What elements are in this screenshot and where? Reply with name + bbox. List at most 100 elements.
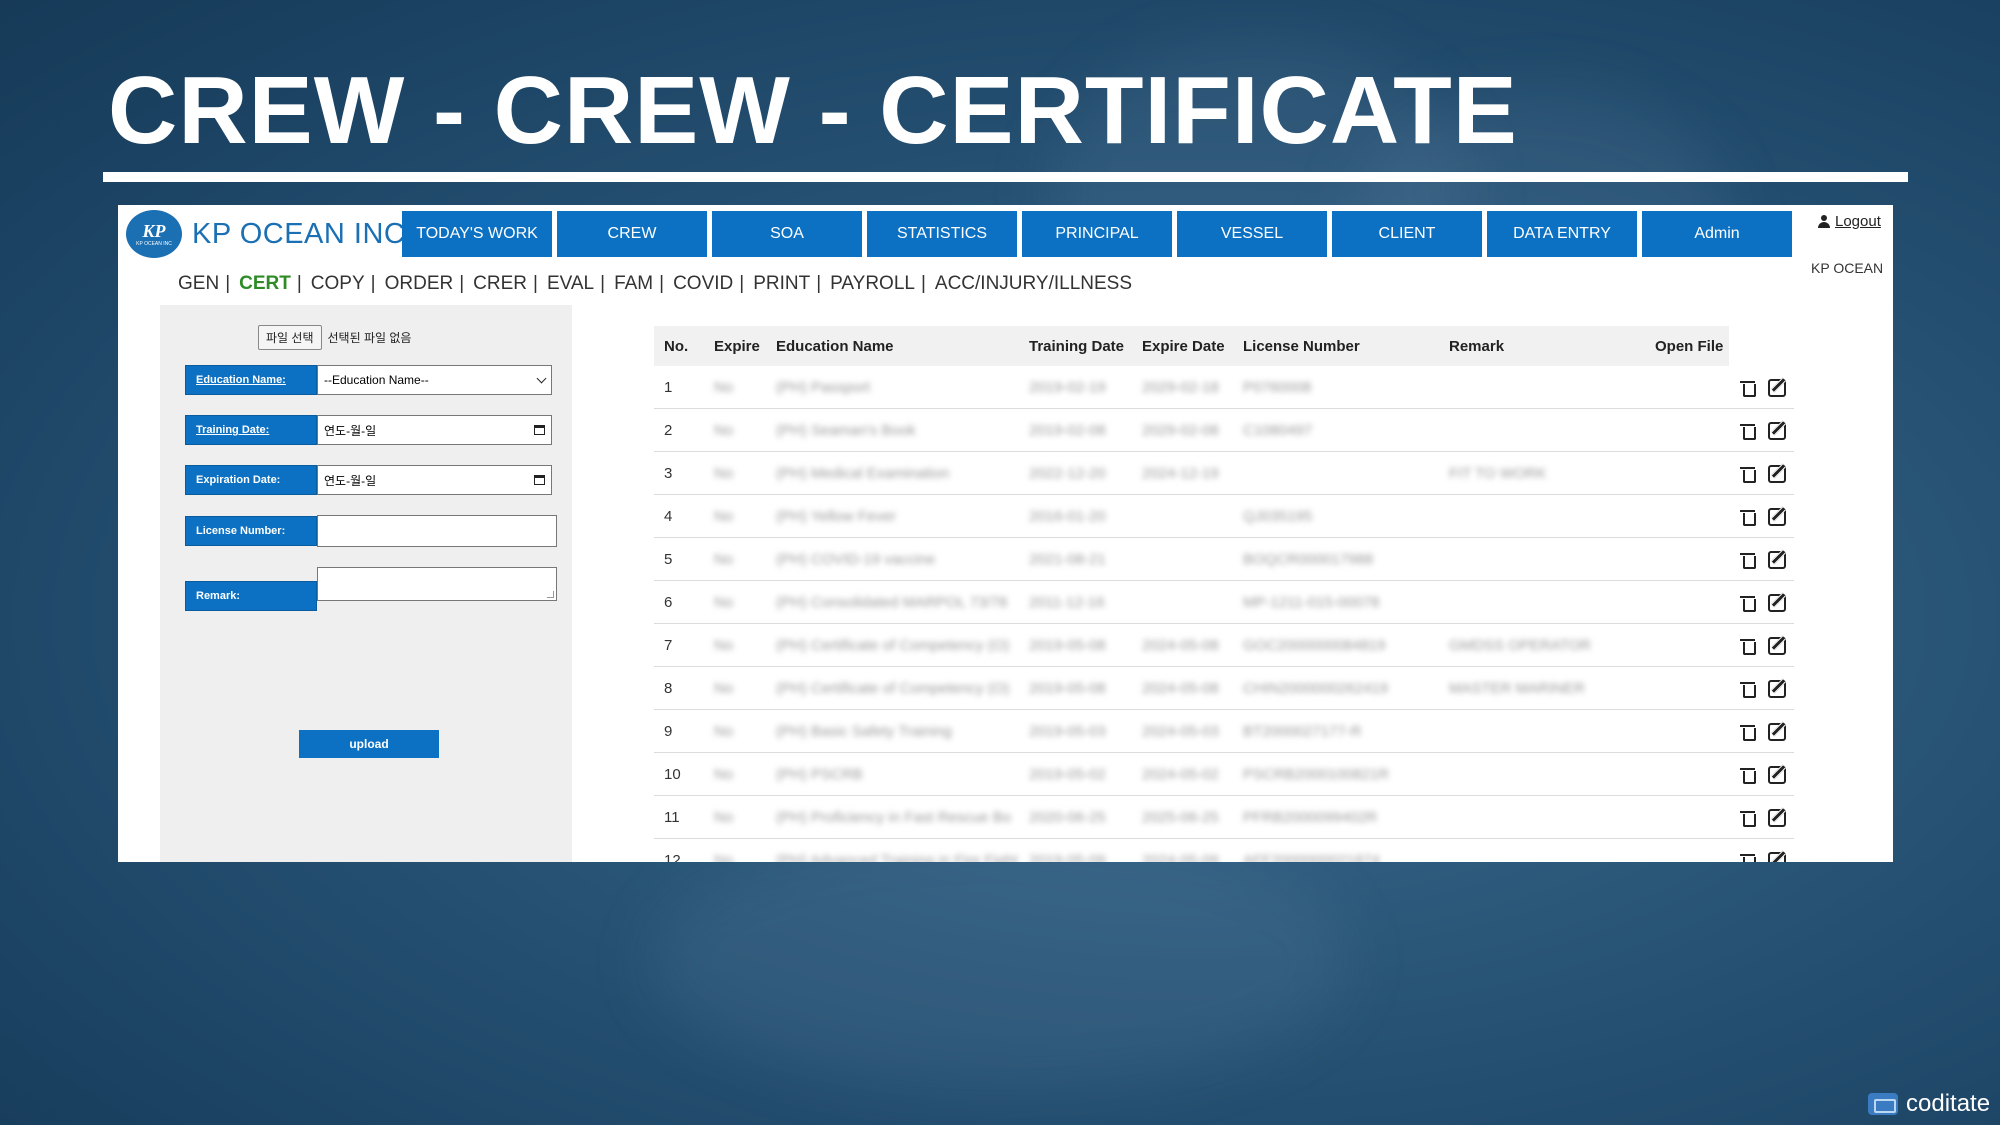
- edit-icon[interactable]: [1768, 464, 1786, 483]
- subnav-eval[interactable]: EVAL: [547, 273, 594, 295]
- education-row: Education Name: --Education Name--: [185, 365, 552, 395]
- training-date-value: 연도-월-일: [324, 423, 377, 438]
- cell-education-name: (PH) Yellow Fever: [776, 507, 897, 525]
- table-body: 1 No (PH) Passport 2019-02-19 2029-02-18 P076…: [654, 366, 1794, 862]
- cell-expire-date: 2024-05-08: [1142, 679, 1219, 697]
- cell-remark: MASTER MARINER: [1449, 679, 1585, 697]
- education-select[interactable]: --Education Name--: [317, 365, 552, 395]
- trash-icon[interactable]: [1740, 853, 1756, 862]
- subnav-cert[interactable]: CERT: [239, 273, 291, 295]
- cell-license-number: P0760008: [1243, 378, 1312, 396]
- nav-client[interactable]: CLIENT: [1332, 211, 1482, 257]
- file-choose-button[interactable]: 파일 선택: [258, 325, 322, 350]
- nav-crew[interactable]: CREW: [557, 211, 707, 257]
- cell-expire: No: [714, 593, 734, 611]
- file-status: 선택된 파일 없음: [327, 331, 412, 345]
- subnav-copy[interactable]: COPY: [311, 273, 365, 295]
- header-training-date: Training Date: [1029, 337, 1125, 355]
- subnav-fam[interactable]: FAM: [614, 273, 653, 295]
- cell-expire: No: [714, 378, 734, 396]
- cell-training-date: 2019-05-08: [1029, 679, 1106, 697]
- edit-icon[interactable]: [1768, 679, 1786, 698]
- edit-icon[interactable]: [1768, 593, 1786, 612]
- cell-education-name: (PH) PSCRB: [776, 765, 863, 783]
- nav-admin[interactable]: Admin: [1642, 211, 1792, 257]
- logout-link[interactable]: Logout: [1818, 213, 1881, 230]
- subnav-print[interactable]: PRINT: [753, 273, 810, 295]
- trash-icon[interactable]: [1740, 810, 1756, 827]
- cell-no: 6: [664, 593, 673, 611]
- nav-principal[interactable]: PRINCIPAL: [1022, 211, 1172, 257]
- cell-expire-date: 2029-02-18: [1142, 378, 1219, 396]
- subnav-gen[interactable]: GEN: [178, 273, 219, 295]
- nav-todays-work[interactable]: TODAY'S WORK: [402, 211, 552, 257]
- trash-icon[interactable]: [1740, 595, 1756, 612]
- upload-button[interactable]: upload: [299, 730, 439, 758]
- remark-textarea[interactable]: [317, 567, 557, 601]
- expiration-date-input[interactable]: 연도-월-일: [317, 465, 552, 495]
- nav-vessel[interactable]: VESSEL: [1177, 211, 1327, 257]
- calendar-icon[interactable]: [534, 425, 545, 435]
- cell-training-date: 2016-01-20: [1029, 507, 1106, 525]
- cell-education-name: (PH) Medical Examination: [776, 464, 950, 482]
- header-open-file: Open File: [1655, 337, 1724, 355]
- header-expire-date: Expire Date: [1142, 337, 1225, 355]
- cell-remark: GMDSS OPERATOR: [1449, 636, 1591, 654]
- trash-icon[interactable]: [1740, 724, 1756, 741]
- trash-icon[interactable]: [1740, 681, 1756, 698]
- cell-expire-date: 2024-05-08: [1142, 636, 1219, 654]
- cell-training-date: 2019-02-08: [1029, 421, 1106, 439]
- cell-license-number: C1080497: [1243, 421, 1313, 439]
- cell-education-name: (PH) Certificate of Competency (O): [776, 636, 1010, 654]
- header-license-number: License Number: [1243, 337, 1360, 355]
- edit-icon[interactable]: [1768, 722, 1786, 741]
- trash-icon[interactable]: [1740, 380, 1756, 397]
- subnav-crer[interactable]: CRER: [473, 273, 527, 295]
- logo-text: KP OCEAN INC: [192, 217, 406, 250]
- cell-no: 7: [664, 636, 673, 654]
- subnav-covid[interactable]: COVID: [673, 273, 733, 295]
- edit-icon[interactable]: [1768, 765, 1786, 784]
- company-logo[interactable]: KP KP OCEAN INC KP OCEAN INC: [126, 210, 405, 258]
- edit-icon[interactable]: [1768, 851, 1786, 862]
- cell-training-date: 2019-05-03: [1029, 722, 1106, 740]
- trash-icon[interactable]: [1740, 509, 1756, 526]
- cell-expire: No: [714, 507, 734, 525]
- nav-data-entry[interactable]: DATA ENTRY: [1487, 211, 1637, 257]
- trash-icon[interactable]: [1740, 638, 1756, 655]
- edit-icon[interactable]: [1768, 808, 1786, 827]
- remark-label: Remark:: [185, 581, 317, 611]
- edit-icon[interactable]: [1768, 636, 1786, 655]
- cell-no: 2: [664, 421, 673, 439]
- header-expire: Expire: [714, 337, 760, 355]
- coditate-logo-icon: [1868, 1093, 1898, 1115]
- header-no: No.: [664, 337, 689, 355]
- edit-icon[interactable]: [1768, 550, 1786, 569]
- edit-icon[interactable]: [1768, 378, 1786, 397]
- trash-icon[interactable]: [1740, 552, 1756, 569]
- license-number-row: License Number:: [185, 515, 557, 547]
- table-row: 7 No (PH) Certificate of Competency (O) 201…: [654, 624, 1794, 667]
- main-nav: TODAY'S WORK CREW SOA STATISTICS PRINCIP…: [402, 211, 1797, 257]
- table-row: 2 No (PH) Seaman's Book 2019-02-08 2029-02-0…: [654, 409, 1794, 452]
- training-date-row: Training Date: 연도-월-일: [185, 415, 552, 445]
- cell-license-number: BOQCR000017988: [1243, 550, 1374, 568]
- nav-soa[interactable]: SOA: [712, 211, 862, 257]
- trash-icon[interactable]: [1740, 423, 1756, 440]
- cell-expire: No: [714, 421, 734, 439]
- app-window: KP KP OCEAN INC KP OCEAN INC TODAY'S WOR…: [118, 205, 1893, 862]
- subnav-payroll[interactable]: PAYROLL: [830, 273, 915, 295]
- table-row: 10 No (PH) PSCRB 2019-05-02 2024-05-02 PSCRB2…: [654, 753, 1794, 796]
- edit-icon[interactable]: [1768, 421, 1786, 440]
- subnav-acc-injury-illness[interactable]: ACC/INJURY/ILLNESS: [935, 273, 1132, 295]
- subnav-order[interactable]: ORDER: [385, 273, 454, 295]
- training-date-input[interactable]: 연도-월-일: [317, 415, 552, 445]
- trash-icon[interactable]: [1740, 767, 1756, 784]
- nav-statistics[interactable]: STATISTICS: [867, 211, 1017, 257]
- cell-training-date: 2020-06-25: [1029, 808, 1106, 826]
- trash-icon[interactable]: [1740, 466, 1756, 483]
- calendar-icon[interactable]: [534, 475, 545, 485]
- license-number-input[interactable]: [317, 515, 557, 547]
- edit-icon[interactable]: [1768, 507, 1786, 526]
- license-number-label: License Number:: [185, 516, 317, 546]
